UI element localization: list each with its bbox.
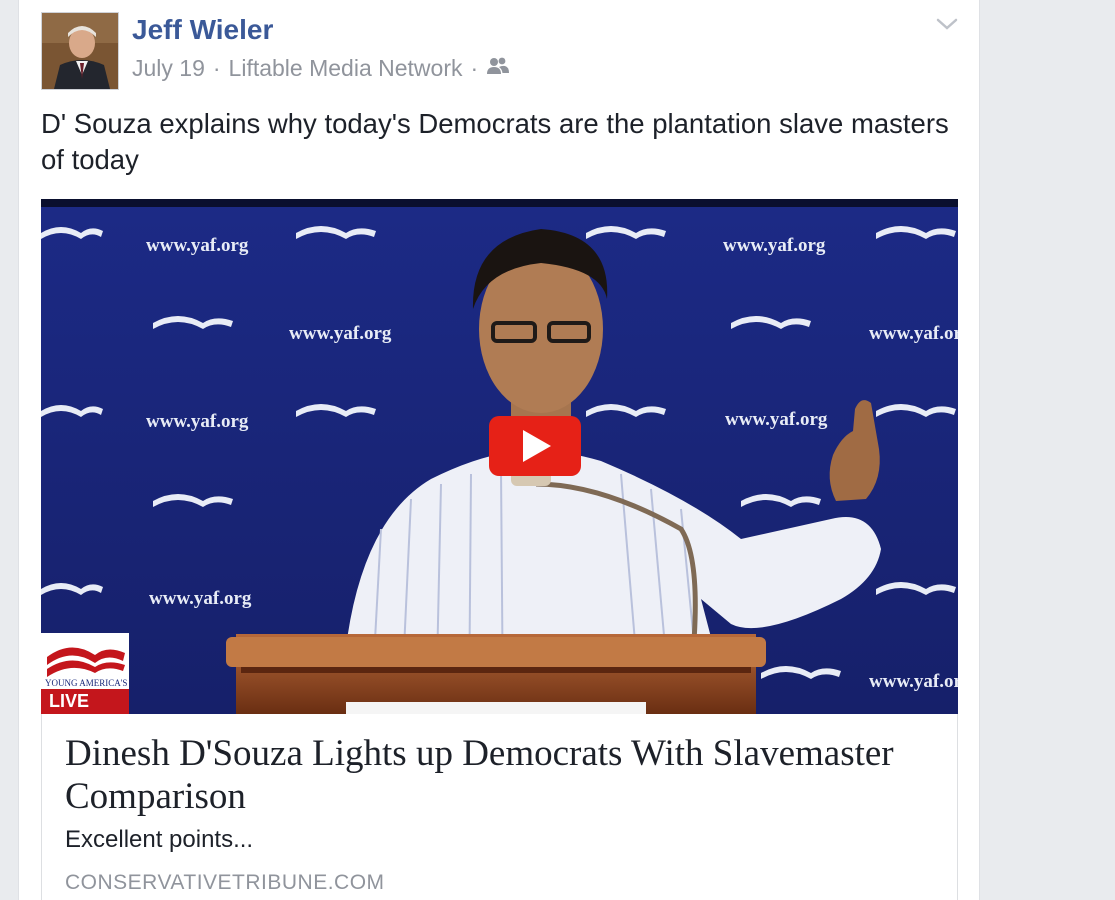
link-preview[interactable]: Dinesh D'Souza Lights up Democrats With …	[41, 714, 958, 900]
separator-dot: ·	[470, 55, 479, 81]
shared-from-page[interactable]: Liftable Media Network	[229, 55, 463, 82]
svg-text:www.yaf.org: www.yaf.org	[289, 323, 392, 344]
friends-icon[interactable]	[486, 55, 510, 82]
post-card: Jeff Wieler July 19 · Liftable Media Net…	[18, 0, 980, 900]
svg-text:www.yaf.org: www.yaf.org	[725, 409, 828, 430]
svg-text:www.yaf.org: www.yaf.org	[149, 588, 252, 609]
link-description: Excellent points...	[65, 826, 254, 853]
chevron-down-icon[interactable]	[935, 14, 959, 34]
svg-text:www.yaf.org: www.yaf.org	[146, 235, 249, 256]
avatar[interactable]	[41, 12, 119, 90]
video-thumbnail[interactable]: www.yaf.org www.yaf.org www.yaf.org www.…	[41, 199, 958, 714]
link-title[interactable]: Dinesh D'Souza Lights up Democrats With …	[65, 732, 945, 818]
link-domain: CONSERVATIVETRIBUNE.COM	[65, 871, 385, 894]
yaf-logo-icon: YOUNG AMERICA'S	[45, 647, 127, 688]
svg-text:www.yaf.org: www.yaf.org	[146, 411, 249, 432]
avatar-image	[42, 13, 118, 89]
author-name[interactable]: Jeff Wieler	[132, 14, 273, 46]
live-badge: YOUNG AMERICA'S LIVE	[41, 633, 129, 714]
svg-text:www.yaf.org: www.yaf.org	[723, 235, 826, 256]
svg-text:YOUNG AMERICA'S: YOUNG AMERICA'S	[45, 678, 127, 688]
svg-text:www.yaf.org: www.yaf.org	[869, 671, 958, 692]
post-meta: July 19 · Liftable Media Network ·	[132, 55, 510, 82]
separator-dot: ·	[212, 55, 221, 81]
post-date[interactable]: July 19	[132, 55, 205, 82]
post-text: D' Souza explains why today's Democrats …	[41, 108, 949, 175]
live-label: LIVE	[41, 689, 129, 714]
svg-text:www.yaf.org: www.yaf.org	[869, 323, 958, 344]
play-icon[interactable]	[489, 416, 581, 476]
